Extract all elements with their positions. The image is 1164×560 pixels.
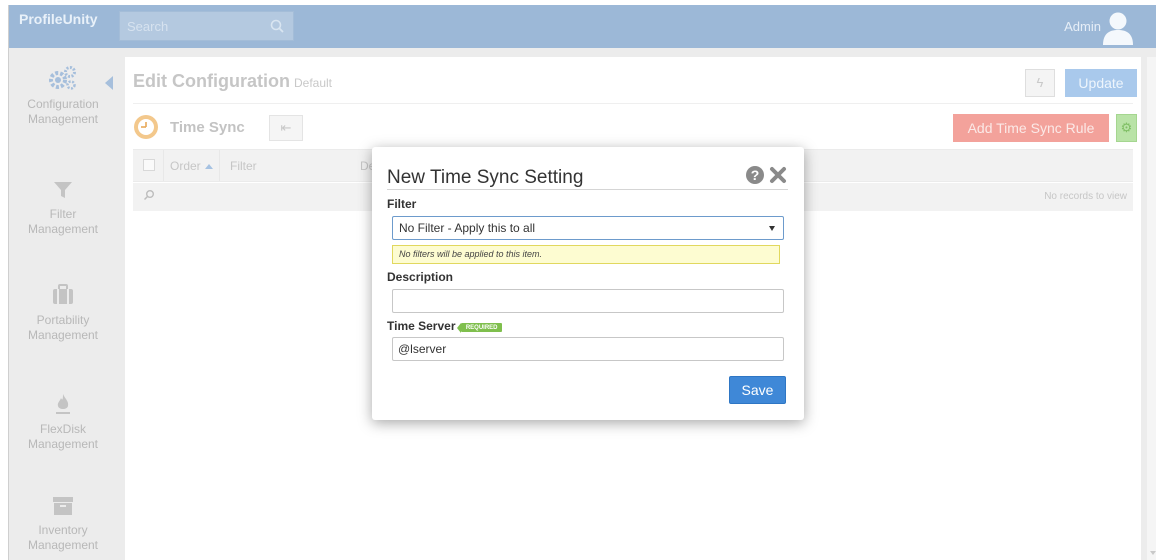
empty-state-text: No records to view: [1044, 191, 1127, 202]
grid-divider: [163, 150, 164, 181]
time-server-label: Time Server REQUIRED: [387, 319, 502, 333]
sidebar-item-label: Inventory: [38, 523, 88, 537]
sidebar-item-label: Portability: [36, 313, 90, 327]
sidebar-item-label: Management: [27, 538, 99, 552]
new-time-sync-dialog: New Time Sync Setting ? Filter No Filter…: [372, 147, 804, 420]
sidebar-item-label: Management: [27, 328, 99, 342]
lightning-button[interactable]: ϟ: [1025, 69, 1055, 97]
column-order[interactable]: Order: [170, 159, 213, 173]
title-divider: [133, 103, 1133, 104]
gears-icon: [49, 66, 76, 90]
filter-hint: No filters will be applied to this item.: [392, 245, 780, 264]
user-name[interactable]: Admin: [1064, 19, 1101, 34]
page-subtitle: Default: [293, 76, 333, 90]
funnel-icon: [54, 182, 72, 198]
sidebar-item-label: Configuration: [27, 97, 99, 111]
archive-box-icon: [53, 497, 73, 515]
sidebar-item-configuration[interactable]: Configuration Management: [9, 65, 117, 127]
sidebar-item-flexdisk[interactable]: FlexDisk Management: [9, 392, 117, 452]
sidebar-item-portability[interactable]: Portability Management: [9, 283, 117, 343]
time-server-label-text: Time Server: [387, 319, 456, 333]
grid-divider: [219, 150, 220, 181]
gear-icon: ⚙: [1120, 120, 1133, 135]
sidebar-item-label: Management: [27, 112, 99, 126]
description-field[interactable]: [392, 289, 784, 313]
sidebar-item-inventory[interactable]: Inventory Management: [9, 495, 117, 553]
page-title: Edit Configuration Default: [133, 71, 332, 92]
save-button[interactable]: Save: [729, 376, 786, 404]
required-badge: REQUIRED: [456, 323, 502, 333]
update-button[interactable]: Update: [1065, 69, 1137, 97]
filter-select[interactable]: No Filter - Apply this to all: [392, 216, 784, 240]
sidebar-item-label: Filter: [49, 207, 77, 221]
sidebar: Configuration Management Filter Manageme…: [9, 48, 117, 560]
time-server-field[interactable]: @lserver: [392, 337, 784, 361]
page-title-text: Edit Configuration: [133, 71, 290, 91]
filter-label: Filter: [387, 197, 417, 211]
dialog-title: New Time Sync Setting: [387, 167, 584, 188]
search-box: [119, 11, 294, 41]
sidebar-item-label: Management: [27, 437, 99, 451]
dropdown-arrow-icon: [769, 226, 775, 231]
filter-select-value: No Filter - Apply this to all: [399, 221, 536, 235]
description-label: Description: [387, 270, 454, 284]
column-label: Order: [170, 159, 201, 173]
sidebar-item-label: Management: [27, 222, 99, 236]
search-input[interactable]: [120, 12, 265, 40]
top-bar: ProfileUnity Admin: [9, 5, 1156, 48]
user-avatar-icon[interactable]: [1101, 9, 1135, 45]
sidebar-item-filter[interactable]: Filter Management: [9, 179, 117, 237]
brand-logo[interactable]: ProfileUnity: [19, 11, 98, 27]
lightning-icon: ϟ: [1036, 75, 1044, 90]
flame-icon: [56, 394, 70, 414]
settings-button[interactable]: ⚙: [1116, 114, 1137, 142]
column-filter[interactable]: Filter: [230, 159, 257, 173]
help-icon[interactable]: ?: [745, 165, 765, 185]
dialog-divider: [387, 189, 788, 190]
close-icon[interactable]: [768, 165, 788, 185]
sidebar-item-label: FlexDisk: [39, 422, 86, 436]
add-time-sync-rule-button[interactable]: Add Time Sync Rule: [953, 114, 1109, 142]
vertical-scrollbar[interactable]: [1147, 57, 1156, 560]
back-arrow-icon: ⇤: [280, 120, 292, 135]
svg-text:?: ?: [751, 167, 760, 183]
briefcase-icon: [53, 284, 73, 304]
search-icon[interactable]: [143, 189, 155, 201]
section-title: Time Sync: [170, 119, 245, 136]
select-all-checkbox[interactable]: [143, 159, 155, 171]
clock-icon: [134, 115, 158, 139]
sort-ascending-icon: [204, 164, 213, 170]
scroll-down-arrow-icon[interactable]: [1150, 551, 1156, 555]
search-icon[interactable]: [269, 18, 285, 34]
back-button[interactable]: ⇤: [269, 115, 303, 141]
